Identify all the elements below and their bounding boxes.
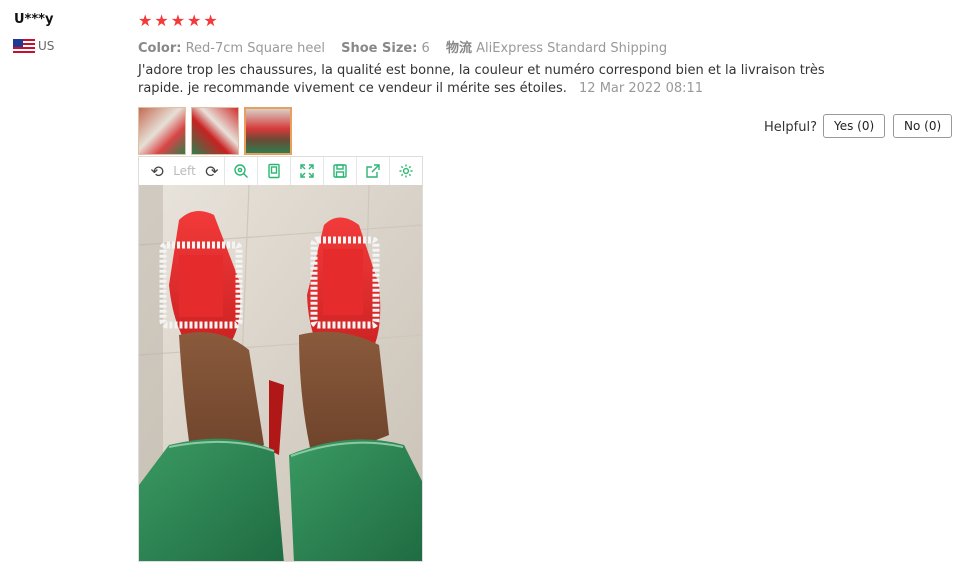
rotate-left-icon[interactable]: ⟲ bbox=[147, 160, 167, 182]
image-viewer: ⟲ Left ⟳ bbox=[138, 156, 423, 562]
helpful-no-button[interactable]: No (0) bbox=[893, 114, 953, 138]
save-icon[interactable] bbox=[322, 157, 356, 185]
helpful-yes-button[interactable]: Yes (0) bbox=[823, 114, 886, 138]
zoom-icon[interactable] bbox=[223, 157, 257, 185]
review-text: J'adore trop les chaussures, la qualité … bbox=[138, 63, 825, 96]
star-icon: ★ bbox=[138, 11, 153, 30]
review-content: J'adore trop les chaussures, la qualité … bbox=[138, 62, 850, 98]
order-attributes: Color: Red-7cm Square heel Shoe Size: 6 … bbox=[138, 37, 679, 56]
review-thumbnail-selected[interactable] bbox=[244, 107, 292, 155]
reviewer-country: US bbox=[13, 39, 54, 53]
reviewer-name: U***y bbox=[14, 12, 54, 27]
star-icon: ★ bbox=[170, 11, 186, 30]
rotate-right-icon[interactable]: ⟳ bbox=[202, 160, 222, 182]
attr-label-shipping: 物流 bbox=[445, 41, 472, 56]
us-flag-icon bbox=[13, 39, 35, 53]
attr-label-color: Color: bbox=[138, 41, 182, 56]
star-icon: ★ bbox=[154, 11, 169, 30]
country-code: US bbox=[38, 39, 55, 53]
fullscreen-icon[interactable] bbox=[289, 157, 323, 185]
star-rating: ★ ★ ★ ★ ★ bbox=[138, 12, 218, 30]
review-photo bbox=[139, 185, 422, 561]
viewer-toolbar: ⟲ Left ⟳ bbox=[139, 157, 422, 186]
rotate-label: Left bbox=[173, 164, 196, 178]
share-icon[interactable] bbox=[355, 157, 389, 185]
review-date: 12 Mar 2022 08:11 bbox=[579, 81, 704, 96]
attr-label-size: Shoe Size: bbox=[341, 41, 418, 56]
attr-value-size: 6 bbox=[421, 41, 430, 56]
review-thumbnails bbox=[138, 107, 292, 155]
star-icon: ★ bbox=[187, 11, 202, 30]
attr-value-color: Red-7cm Square heel bbox=[185, 41, 325, 56]
viewer-tools bbox=[223, 157, 422, 185]
original-size-icon[interactable] bbox=[256, 157, 290, 185]
helpful-label: Helpful? bbox=[764, 120, 817, 135]
star-icon: ★ bbox=[203, 11, 218, 30]
review-thumbnail[interactable] bbox=[191, 107, 239, 155]
review-thumbnail[interactable] bbox=[138, 107, 186, 155]
attr-value-shipping: AliExpress Standard Shipping bbox=[476, 41, 668, 56]
settings-icon[interactable] bbox=[388, 157, 422, 185]
